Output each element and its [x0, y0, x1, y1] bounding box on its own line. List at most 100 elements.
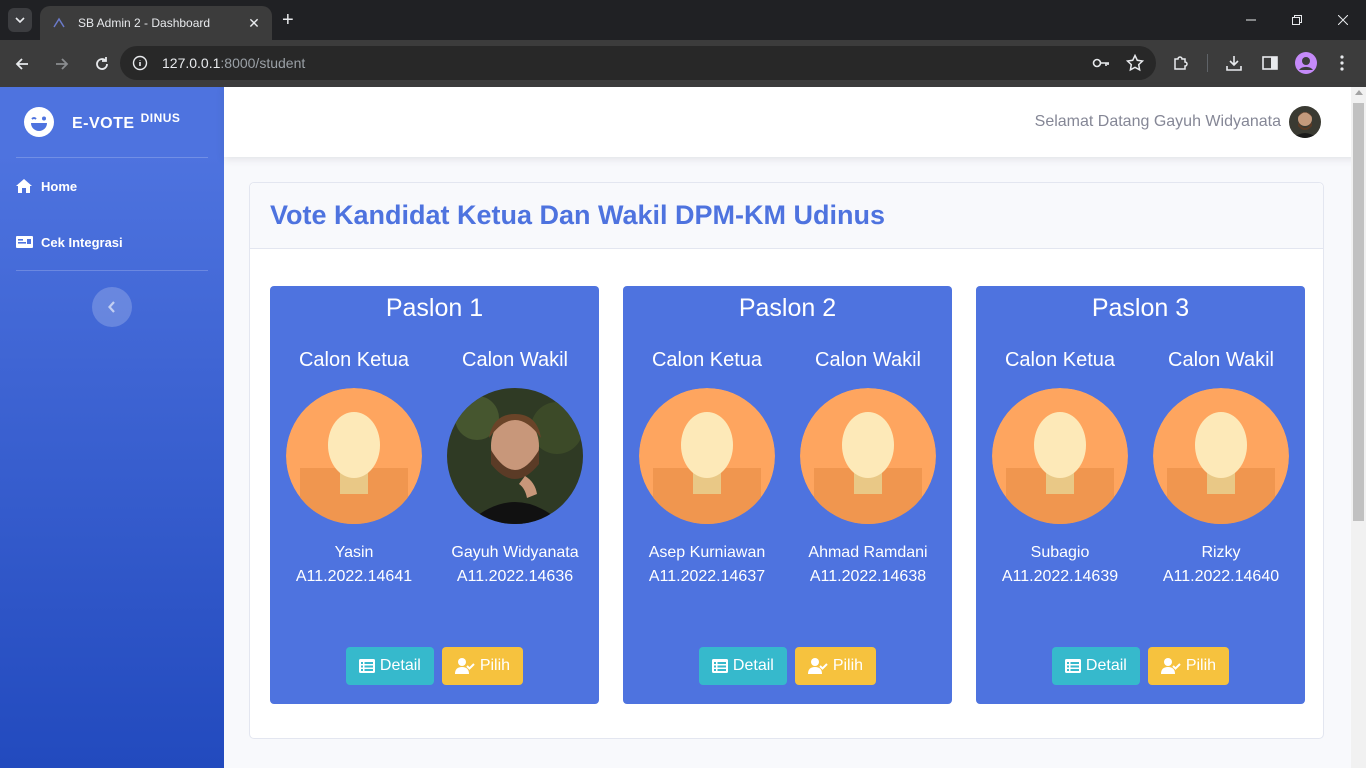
- scrollbar-thumb[interactable]: [1353, 103, 1364, 521]
- side-panel-icon: [1262, 56, 1278, 70]
- paslon-title: Paslon 3: [1091, 294, 1190, 322]
- page: E-VOTE DINUS Home Cek Integrasi Selamat D…: [0, 87, 1366, 768]
- tab-search-button[interactable]: [8, 8, 32, 32]
- pilih-button[interactable]: Pilih: [441, 647, 524, 685]
- star-icon[interactable]: [1126, 54, 1144, 72]
- sidebar: E-VOTE DINUS Home Cek Integrasi: [0, 87, 224, 768]
- list-icon: [358, 659, 375, 673]
- sidebar-toggle-button[interactable]: [92, 287, 132, 327]
- paslon-card-1: Paslon 1 Calon Ketua Yasin A11.2022.1464…: [270, 286, 599, 704]
- role-label: Calon Wakil: [1168, 349, 1274, 371]
- reload-icon: [96, 56, 108, 70]
- candidate-name: Gayuh Widyanata: [451, 544, 579, 561]
- url-path: :8000/student: [220, 55, 306, 71]
- user-avatar[interactable]: [1289, 106, 1321, 138]
- detail-button[interactable]: Detail: [345, 647, 434, 685]
- candidate-nim: A11.2022.14637: [648, 568, 766, 585]
- sidebar-item-label: Cek Integrasi: [41, 234, 123, 250]
- page-title: Vote Kandidat Ketua Dan Wakil DPM-KM Udi…: [270, 200, 886, 230]
- side-panel-button[interactable]: [1254, 47, 1286, 79]
- candidate-nim: A11.2022.14638: [809, 568, 927, 585]
- vote-card: Vote Kandidat Ketua Dan Wakil DPM-KM Udi…: [249, 182, 1324, 739]
- candidate-nim: A11.2022.14640: [1162, 568, 1280, 585]
- scroll-up-arrow-icon[interactable]: [1355, 90, 1363, 95]
- arrow-right-icon: [56, 57, 69, 70]
- candidate-photo: [1153, 388, 1289, 524]
- key-icon[interactable]: [1092, 54, 1110, 72]
- address-bar[interactable]: 127.0.0.1:8000/student: [120, 46, 1156, 80]
- profile-button[interactable]: [1290, 47, 1322, 79]
- role-label: Calon Wakil: [462, 349, 568, 371]
- browser-menu-button[interactable]: [1326, 47, 1358, 79]
- restore-button[interactable]: [1274, 0, 1320, 40]
- home-icon: [16, 179, 34, 193]
- candidate-wakil: Calon Wakil Ahmad Ramdani A11.2022.14638: [800, 349, 936, 586]
- candidate-nim: A11.2022.14636: [456, 568, 574, 585]
- minimize-button[interactable]: [1228, 0, 1274, 40]
- page-scrollbar[interactable]: [1351, 87, 1366, 768]
- avatar-placeholder-icon: [1153, 388, 1289, 524]
- pilih-label: Pilih: [1185, 657, 1217, 674]
- new-tab-button[interactable]: +: [282, 9, 294, 31]
- role-label: Calon Ketua: [298, 349, 410, 371]
- favicon-icon: [53, 17, 65, 28]
- paslon-list: Paslon 1 Calon Ketua Yasin A11.2022.1464…: [270, 286, 1305, 704]
- laugh-wink-icon: [24, 107, 54, 137]
- detail-label: Detail: [1085, 657, 1127, 674]
- candidate-photo: [639, 388, 775, 524]
- user-check-icon: [1160, 658, 1181, 674]
- detail-label: Detail: [379, 657, 421, 674]
- more-vert-icon: [1340, 55, 1344, 71]
- detail-button[interactable]: Detail: [1051, 647, 1140, 685]
- sidebar-item-cek-integrasi[interactable]: Cek Integrasi: [0, 214, 224, 270]
- welcome-text[interactable]: Selamat Datang Gayuh Widyanata: [1035, 113, 1281, 131]
- candidate-nim: A11.2022.14639: [1001, 568, 1119, 585]
- id-card-icon: [16, 236, 34, 248]
- candidate-ketua: Calon Ketua Subagio A11.2022.14639: [992, 349, 1128, 586]
- sidebar-brand[interactable]: E-VOTE DINUS: [0, 87, 224, 157]
- downloads-button[interactable]: [1218, 47, 1250, 79]
- avatar-placeholder-icon: [800, 388, 936, 524]
- candidate-portrait-image: [447, 388, 583, 524]
- site-info-icon[interactable]: [132, 55, 148, 71]
- user-check-icon: [807, 658, 828, 674]
- candidate-photo: [286, 388, 422, 524]
- topbar: Selamat Datang Gayuh Widyanata: [224, 87, 1366, 157]
- pilih-button[interactable]: Pilih: [1147, 647, 1230, 685]
- role-label: Calon Ketua: [651, 349, 763, 371]
- extensions-button[interactable]: [1165, 47, 1197, 79]
- window-controls: [1228, 0, 1366, 40]
- download-icon: [1226, 56, 1242, 71]
- avatar-placeholder-icon: [639, 388, 775, 524]
- chevron-left-icon: [108, 301, 115, 313]
- url-text[interactable]: 127.0.0.1:8000/student: [162, 55, 1092, 71]
- detail-button[interactable]: Detail: [698, 647, 787, 685]
- role-label: Calon Wakil: [815, 349, 921, 371]
- sidebar-item-label: Home: [41, 178, 78, 194]
- candidate-wakil: Calon Wakil Rizky A11.2022.14640: [1153, 349, 1289, 586]
- list-icon: [711, 659, 728, 673]
- paslon-card-2: Paslon 2 Calon Ketua Asep Kurniawan A11.…: [623, 286, 952, 704]
- candidate-photo: [800, 388, 936, 524]
- reload-button[interactable]: [84, 46, 120, 82]
- paslon-title: Paslon 2: [738, 294, 837, 322]
- toolbar-separator: [1207, 54, 1208, 72]
- user-check-icon: [454, 658, 475, 674]
- browser-tab[interactable]: SB Admin 2 - Dashboard ✕: [40, 6, 272, 40]
- pilih-label: Pilih: [479, 657, 511, 674]
- forward-button[interactable]: [44, 46, 80, 82]
- browser-tabbar: SB Admin 2 - Dashboard ✕ +: [0, 0, 1366, 40]
- avatar-placeholder-icon: [286, 388, 422, 524]
- candidate-photo: [992, 388, 1128, 524]
- candidate-name: Yasin: [334, 544, 374, 561]
- paslon-card-3: Paslon 3 Calon Ketua Subagio A11.2022.14…: [976, 286, 1305, 704]
- chevron-down-icon: [15, 17, 25, 23]
- pilih-button[interactable]: Pilih: [794, 647, 877, 685]
- sidebar-item-home[interactable]: Home: [0, 158, 224, 214]
- candidate-wakil: Calon Wakil Gayuh Widyanata A11.2022.146…: [447, 349, 583, 586]
- close-window-button[interactable]: [1320, 0, 1366, 40]
- tab-close-icon[interactable]: ✕: [246, 15, 262, 32]
- back-button[interactable]: [4, 46, 40, 82]
- candidate-name: Asep Kurniawan: [648, 544, 766, 561]
- candidate-ketua: Calon Ketua Asep Kurniawan A11.2022.1463…: [639, 349, 775, 586]
